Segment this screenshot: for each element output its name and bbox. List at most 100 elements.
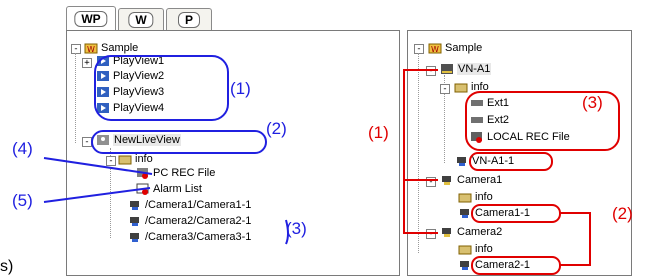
workspace-icon: W — [84, 42, 98, 54]
alarm-icon — [136, 183, 150, 195]
expander-minus[interactable]: - — [71, 44, 81, 54]
tree-item-camera2-info[interactable]: info — [458, 243, 493, 257]
playview-icon — [96, 86, 110, 98]
tree-item-camera2-1[interactable]: Camera2-1 — [458, 259, 530, 273]
tree-label: info — [475, 191, 493, 203]
camera-icon — [128, 231, 142, 243]
playview-icon — [96, 102, 110, 114]
tree-label: info — [475, 243, 493, 255]
tree-label: NewLiveView — [113, 134, 181, 146]
expander-minus[interactable]: - — [426, 229, 436, 239]
expander-minus[interactable]: - — [106, 156, 116, 166]
tree-label: Camera2-1 — [475, 259, 531, 271]
info-folder-icon — [118, 153, 132, 165]
tree-label: VN-A1 — [457, 63, 492, 75]
tree-item-camera3[interactable]: /Camera3/Camera3-1 — [128, 231, 251, 245]
callout-5: (5) — [12, 191, 33, 210]
info-folder-icon — [458, 191, 472, 203]
tree-root-sample[interactable]: W Sample — [84, 42, 138, 56]
callout-1-left: (1) — [230, 79, 251, 98]
tree-label: PlayView2 — [113, 70, 165, 82]
tree-label: Ext1 — [487, 97, 510, 109]
local-rec-icon — [470, 131, 484, 143]
tree-item-pc-rec-file[interactable]: PC REC File — [136, 167, 215, 181]
tree-item-playview1[interactable]: PlayView1 — [96, 55, 164, 69]
tree-label: PlayView4 — [113, 102, 165, 114]
callout-1-right: (1) — [368, 123, 389, 142]
tree-root-sample-right[interactable]: W Sample — [428, 42, 482, 56]
expander-minus[interactable]: - — [440, 84, 450, 94]
callout-4: (4) — [12, 139, 33, 158]
expander-minus[interactable]: - — [426, 177, 436, 187]
tree-label: Sample — [101, 42, 139, 54]
tree-label: LOCAL REC File — [487, 131, 570, 143]
tree-label: /Camera2/Camera2-1 — [145, 215, 252, 227]
tree-label: /Camera1/Camera1-1 — [145, 199, 252, 211]
callout-3-left: (3) — [286, 219, 307, 238]
callout-3-right: (3) — [582, 93, 603, 112]
tree-item-playview2[interactable]: PlayView2 — [96, 70, 164, 84]
tree-item-newliveview[interactable]: NewLiveView — [96, 134, 181, 148]
svg-text:W: W — [431, 45, 439, 54]
tree-item-vn-a1[interactable]: VN-A1 — [440, 63, 492, 77]
tab-wp-label: WP — [74, 10, 108, 27]
camera-icon — [458, 259, 472, 271]
callout-2-right: (2) — [612, 204, 633, 223]
camera-icon — [458, 207, 472, 219]
tree-label: VN-A1-1 — [472, 155, 515, 167]
tree-item-playview4[interactable]: PlayView4 — [96, 102, 164, 116]
pc-rec-icon — [136, 167, 150, 179]
tree-label: PlayView1 — [113, 55, 165, 67]
tree-item-info[interactable]: info — [118, 153, 153, 167]
tree-item-ext1[interactable]: Ext1 — [470, 97, 509, 111]
info-folder-icon — [454, 81, 468, 93]
tree-item-vn-a1-1[interactable]: VN-A1-1 — [455, 155, 514, 169]
tree-item-camera1[interactable]: /Camera1/Camera1-1 — [128, 199, 251, 213]
tab-p-label: P — [177, 11, 201, 28]
tree-item-camera2[interactable]: /Camera2/Camera2-1 — [128, 215, 251, 229]
expander-plus[interactable]: + — [82, 58, 92, 68]
tree-label: /Camera3/Camera3-1 — [145, 231, 252, 243]
tree-label: Camera2 — [457, 226, 503, 238]
ext-port-icon — [470, 97, 484, 109]
camera-icon — [128, 215, 142, 227]
tree-item-camera2-right[interactable]: Camera2 — [440, 226, 502, 240]
tab-wp[interactable]: WP — [66, 6, 116, 30]
tree-item-camera1-right[interactable]: Camera1 — [440, 174, 502, 188]
tree-item-local-rec-file[interactable]: LOCAL REC File — [470, 131, 570, 145]
tree-label: Camera1-1 — [475, 207, 531, 219]
camera-group-icon — [440, 226, 454, 238]
camera-icon — [128, 199, 142, 211]
tree-item-playview3[interactable]: PlayView3 — [96, 86, 164, 100]
tab-w[interactable]: W — [118, 8, 164, 30]
tree-label: info — [471, 81, 489, 93]
vn-recorder-icon — [440, 63, 454, 75]
tree-label: info — [135, 153, 153, 165]
tree-item-ext2[interactable]: Ext2 — [470, 114, 509, 128]
playview-icon — [96, 70, 110, 82]
tree-label: PlayView3 — [113, 86, 165, 98]
playview-icon — [96, 55, 110, 67]
svg-text:W: W — [87, 45, 95, 54]
tree-item-camera1-info[interactable]: info — [458, 191, 493, 205]
expander-minus[interactable]: - — [82, 137, 92, 147]
callout-2-left: (2) — [266, 119, 287, 138]
tree-item-camera1-1[interactable]: Camera1-1 — [458, 207, 530, 221]
camera-icon — [455, 155, 469, 167]
cropped-text-fragment: s) — [0, 258, 14, 275]
camera-group-icon — [440, 174, 454, 186]
info-folder-icon — [458, 243, 472, 255]
tab-w-label: W — [128, 11, 154, 28]
tree-label: Ext2 — [487, 114, 510, 126]
workspace-icon: W — [428, 42, 442, 54]
tree-label: Camera1 — [457, 174, 503, 186]
expander-minus[interactable]: - — [414, 44, 424, 54]
tree-item-info-right[interactable]: info — [454, 81, 489, 95]
liveview-icon — [96, 134, 110, 146]
expander-minus[interactable]: - — [426, 66, 436, 76]
tree-label: PC REC File — [153, 167, 216, 179]
ext-port-icon — [470, 114, 484, 126]
tab-p[interactable]: P — [166, 8, 212, 30]
tree-label: Alarm List — [153, 183, 202, 195]
tree-item-alarm-list[interactable]: Alarm List — [136, 183, 202, 197]
